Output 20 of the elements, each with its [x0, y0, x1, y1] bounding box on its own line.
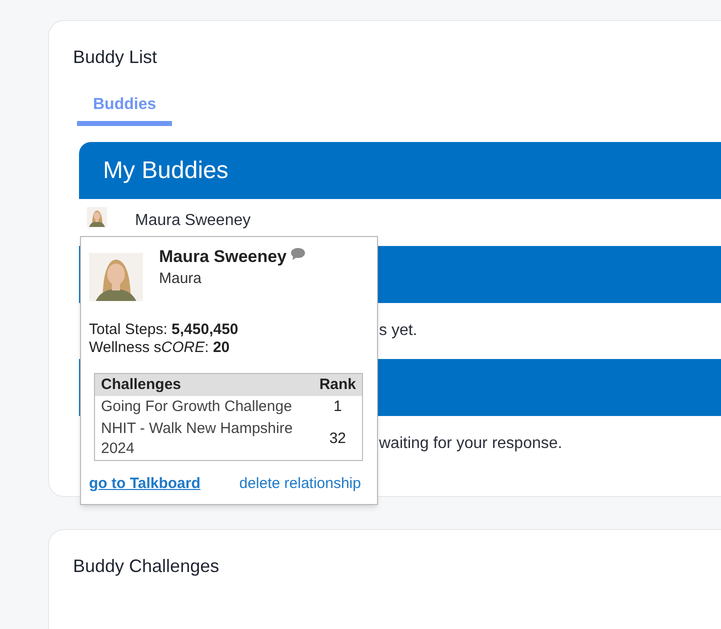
section-title: My Buddies [103, 156, 228, 186]
table-cell: 32 [313, 418, 362, 460]
link[interactable]: delete relationship [239, 473, 361, 496]
column-header: Rank [313, 374, 362, 396]
link[interactable]: go to Talkboard [89, 473, 200, 496]
table-cell: NHIT - Walk New Hampshire 2024 [94, 418, 314, 460]
tab[interactable]: Buddies [77, 93, 172, 126]
buddy-nickname: Maura [159, 269, 203, 289]
table-cell: 1 [313, 396, 362, 418]
table-cell: Going For Growth Challenge [94, 396, 314, 418]
chat-icon[interactable] [290, 248, 305, 260]
card-title: Buddy Challenges [73, 555, 220, 578]
buddy-name[interactable]: Maura Sweeney [135, 209, 251, 233]
message-text: waiting for your response. [379, 434, 562, 454]
stat-text: Total Steps: 5,450,450 [89, 321, 240, 339]
stat-text: Wellness sCORE: 20 [89, 339, 231, 357]
message-text: s yet. [379, 321, 418, 341]
buddy-popup-name: Maura Sweeney [159, 246, 287, 268]
card-title: Buddy List [73, 46, 158, 69]
column-header: Challenges [94, 374, 314, 396]
